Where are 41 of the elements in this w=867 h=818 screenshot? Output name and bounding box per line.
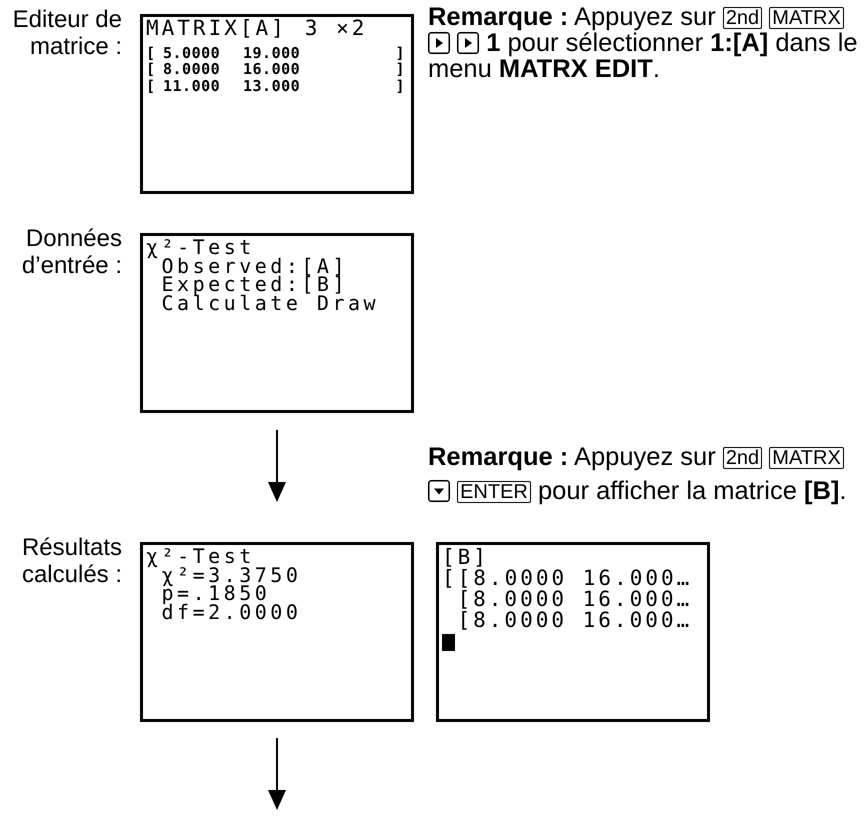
right-arrow-key-icon (428, 32, 450, 54)
key-cap: ENTER (457, 481, 531, 503)
down-arrow (267, 738, 287, 810)
matrix-bracket: ] (395, 78, 405, 94)
step-label: Résultats calculés : (20, 534, 122, 588)
note-text: Remarque : Appuyez sur 2nd MATRX ENTER pour afficher la matrice [B]. (428, 442, 848, 507)
key-cap: 2nd (722, 447, 762, 469)
screen-line: df=2.0000 (160, 602, 302, 621)
matrix-bracket: ] (395, 61, 405, 78)
screen-line: Expected:[B] (160, 275, 348, 294)
screen-line: [B] (442, 547, 489, 568)
screen-line: Observed:[A] (162, 256, 348, 275)
matrix-dimensions: 3 ×2 (304, 19, 368, 38)
screen-line: [8.0000 16.000… (458, 589, 692, 610)
screen-line: χ²-Test (146, 238, 255, 256)
matrix-value: 13.000 (243, 78, 300, 94)
matrix-bracket: [ (146, 44, 156, 61)
matrix-bracket: ] (395, 44, 405, 61)
screen-line: Calculate Draw (160, 294, 380, 312)
matrix-value: 16.000 (243, 61, 300, 78)
key-cap: MATRX (769, 7, 844, 29)
screen-line: [[8.0000 16.000… (442, 568, 692, 589)
key-cap: 2nd (722, 7, 762, 29)
step-label: Données d’entrée : (20, 225, 122, 279)
matrix-value: 8.0000 (163, 61, 220, 78)
matrix-value: 5.0000 (163, 44, 220, 61)
note-text: Remarque : Appuyez sur 2nd MATRX 1 pour sélectionner 1:[A] dans le menu MATRX EDIT. (428, 4, 859, 82)
right-arrow-key-icon (457, 32, 480, 54)
key-cap: MATRX (769, 447, 844, 469)
screen-line: [8.0000 16.000… (456, 610, 692, 631)
screen-line: χ²-Test (146, 547, 255, 566)
screen-line: p=.1850 (160, 584, 270, 602)
matrix-bracket: [ (146, 78, 156, 94)
matrix-value: 11.000 (163, 78, 220, 94)
screen-line: χ²=3.3750 (162, 566, 302, 584)
down-arrow-key-icon (428, 480, 450, 502)
matrix-title: MATRIX[A] (146, 19, 287, 38)
matrix-value: 19.000 (243, 44, 300, 61)
down-arrow (267, 430, 287, 502)
step-label: Editeur de matrice : (12, 6, 122, 60)
matrix-bracket: [ (146, 61, 156, 78)
